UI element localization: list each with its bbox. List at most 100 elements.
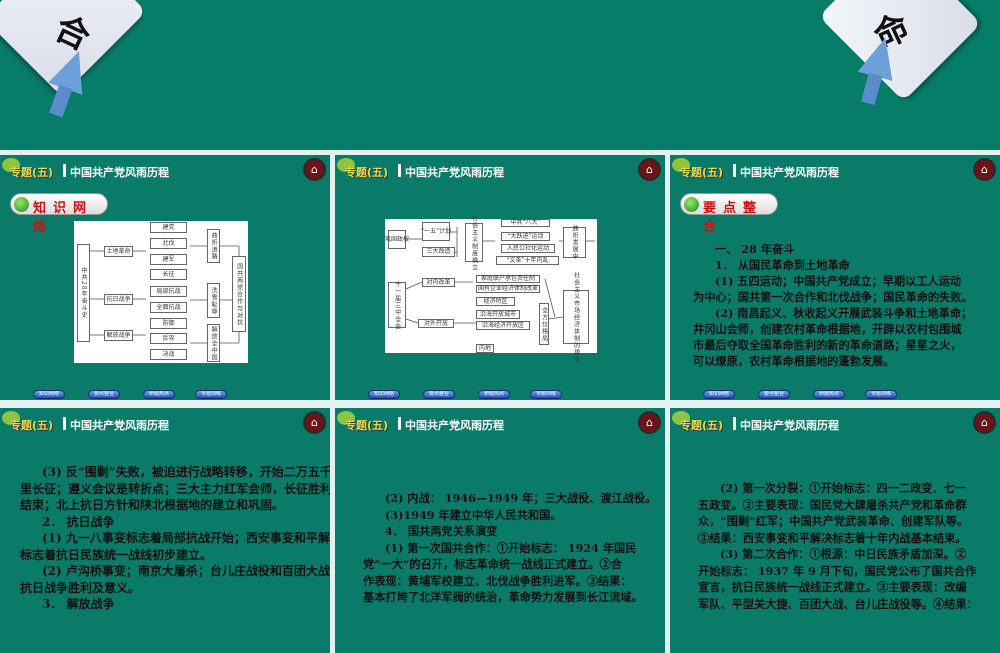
text-line: 作表现：黄埔军校建立、北伐战争胜利进军。③结果： bbox=[363, 573, 632, 588]
text-line: 1． 从国民革命到土地革命 bbox=[715, 258, 850, 272]
slide-2[interactable]: 专题(五) 中国共产党风雨历程 ⌂ 巩固政权 “一五”计划 三大改造 社会主义制度确立 中共“… bbox=[335, 155, 665, 400]
text-line: 可以燎原，农村革命根据地的蓬勃发展。 bbox=[693, 354, 895, 368]
home-button[interactable]: ⌂ bbox=[973, 158, 996, 181]
home-icon: ⌂ bbox=[311, 163, 318, 176]
diagram-node: 解放全中国 bbox=[207, 324, 220, 362]
title-divider bbox=[63, 164, 66, 177]
text-line: (3) 第二次合作：①根源：中日民族矛盾加深。② bbox=[720, 547, 967, 561]
text-line: 开始标志： 1937 年 9 月下旬，国民党公布了国共合作 bbox=[698, 563, 977, 578]
nav-button-3[interactable]: 命题热点 bbox=[478, 390, 510, 399]
slide-6[interactable]: 专题(五) 中国共产党风雨历程 ⌂ (2) 第一次分裂：①开始标志：四一二政变、七一五… bbox=[670, 408, 1000, 653]
diagram-node: 全方位格局 bbox=[539, 303, 549, 345]
home-icon: ⌂ bbox=[311, 416, 318, 429]
diagram-node: 国共两党合作与对抗 bbox=[232, 256, 246, 332]
nav-button-3[interactable]: 命题热点 bbox=[143, 390, 175, 399]
slide-title: 中国共产党风雨历程 bbox=[405, 166, 504, 179]
topic-label: 专题(五) bbox=[10, 419, 54, 432]
home-button[interactable]: ⌂ bbox=[303, 411, 326, 434]
slide-5[interactable]: 专题(五) 中国共产党风雨历程 ⌂ (2) 内战： 1946—1949 年；三大战役、… bbox=[335, 408, 665, 653]
slide-1[interactable]: 专题(五) 中国共产党风雨历程 ⌂ 知识网络 中共28年奋斗史 土地革命 抗日战争 解放战争建… bbox=[0, 155, 330, 400]
diagram-node: 内地 bbox=[476, 344, 494, 353]
diagram-node: “文革”十年内乱 bbox=[496, 256, 559, 265]
text-line: ③结果：西安事变和平解决标志着十年内战基本结束。 bbox=[698, 530, 967, 545]
green-dot-icon bbox=[684, 197, 699, 212]
diagram-node: “大跃进”运动 bbox=[501, 232, 550, 241]
text-line: (2) 卢沟桥事变；南京大屠杀；台儿庄战役和百团大战； bbox=[42, 564, 330, 578]
home-button[interactable]: ⌂ bbox=[638, 158, 661, 181]
slide-body-text: (3) 反“围剿”失败，被迫进行战略转移，开始二万五千里长征；遵义会议是转折点；… bbox=[20, 464, 330, 613]
green-dot-icon bbox=[14, 197, 29, 212]
nav-button-2[interactable]: 要点整合 bbox=[423, 390, 455, 399]
home-button[interactable]: ⌂ bbox=[973, 411, 996, 434]
title-divider bbox=[398, 164, 401, 177]
nav-button-3[interactable]: 命题热点 bbox=[813, 390, 845, 399]
topic-label: 专题(五) bbox=[680, 166, 724, 179]
diagram-node: 对外开放 bbox=[418, 319, 454, 328]
home-icon: ⌂ bbox=[646, 416, 653, 429]
diagram-node: 北伐 bbox=[150, 238, 187, 249]
connector-line bbox=[405, 281, 423, 290]
diagram-node: 建党 bbox=[150, 222, 187, 233]
section-label: 要点整合 bbox=[680, 193, 778, 235]
slide-body-text: 一、 28 年奋斗 1． 从国民革命到土地革命 (1) 五四运动；中国共产党成立；早… bbox=[693, 241, 973, 369]
connector-line bbox=[548, 316, 564, 320]
diagram-node: 沿海经济开放区 bbox=[476, 321, 530, 330]
nav-button-4[interactable]: 专题训练 bbox=[530, 390, 562, 399]
text-line: (3)1949 年建立中华人民共和国。 bbox=[385, 507, 562, 522]
text-line: 众，“围剿”红军；中国共产党武装革命、创建军队等。 bbox=[698, 514, 969, 528]
slide-title: 中国共产党风雨历程 bbox=[70, 419, 169, 432]
text-line: 3． 解放战争 bbox=[42, 597, 115, 611]
text-line: (2) 内战： 1946—1949 年；三大战役、渡江战役。 bbox=[385, 491, 657, 505]
topic-label: 专题(五) bbox=[10, 166, 54, 179]
title-divider bbox=[63, 417, 66, 430]
section-label-text: 要点整合 bbox=[703, 201, 764, 235]
slide-body-text: (2) 内战： 1946—1949 年；三大战役、渡江战役。 (3)1949 年建… bbox=[363, 490, 657, 606]
nav-button-2[interactable]: 要点整合 bbox=[88, 390, 120, 399]
home-icon: ⌂ bbox=[981, 163, 988, 176]
text-line: 抗日战争胜利及意义。 bbox=[20, 580, 141, 595]
home-button[interactable]: ⌂ bbox=[638, 411, 661, 434]
diagram-node: 十一届三中全会 bbox=[388, 281, 406, 330]
text-line: (3) 反“围剿”失败，被迫进行战略转移，开始二万五千 bbox=[42, 465, 330, 479]
diagram-node: 解放战争 bbox=[104, 330, 133, 341]
diagram-node: “一五”计划 bbox=[421, 222, 451, 241]
diagram-node: 洗雪耻辱 bbox=[207, 283, 220, 318]
text-line: (1) 第一次国共合作：①开始标志： 1924 年国民 bbox=[385, 540, 637, 555]
connector-line bbox=[405, 318, 419, 324]
banner: 合 命 bbox=[0, 0, 1000, 150]
diagram-node: 国有企业经济体制改革 bbox=[476, 285, 540, 293]
topic-label: 专题(五) bbox=[680, 419, 724, 432]
nav-button-4[interactable]: 专题训练 bbox=[865, 390, 897, 399]
text-line: 市最后夺取全国革命胜利的新的革命道路；星星之火， bbox=[693, 338, 962, 352]
text-line: (1) 九一八事变标志着局部抗战开始；西安事变和平解决 bbox=[42, 531, 330, 545]
nav-button-1[interactable]: 知识网络 bbox=[368, 390, 400, 399]
diagram-node: 曲折道路 bbox=[207, 229, 220, 263]
diagram-node: 三大改造 bbox=[422, 247, 455, 257]
diagram-node: 曲折发展中 bbox=[563, 225, 586, 260]
text-line: (2) 南昌起义、秋收起义开展武装斗争和土地革命； bbox=[715, 306, 973, 320]
title-divider bbox=[733, 164, 736, 177]
text-line: 军队、平型关大捷、百团大战、台儿庄战役等。④结果： bbox=[698, 596, 978, 611]
slide-3[interactable]: 专题(五) 中国共产党风雨历程 ⌂ 要点整合 一、 28 年奋斗 1． 从国民革命到土地革… bbox=[670, 155, 1000, 400]
diagram-node: 经济特区 bbox=[476, 297, 515, 306]
text-line: (1) 五四运动；中国共产党成立；早期以工人运动 bbox=[715, 274, 962, 288]
home-button[interactable]: ⌂ bbox=[303, 158, 326, 181]
text-line: 井冈山会师，创建农村革命根据地，开辟以农村包围城 bbox=[693, 322, 962, 336]
diagram-node: 中共“八大” bbox=[501, 219, 550, 227]
diagram-node: 人民公社化运动 bbox=[501, 244, 555, 253]
text-line: 里长征；遵义会议是转折点；三大主力红军会师，长征胜利 bbox=[20, 481, 330, 496]
nav-button-4[interactable]: 专题训练 bbox=[195, 390, 227, 399]
slide-title: 中国共产党风雨历程 bbox=[740, 166, 839, 179]
nav-button-1[interactable]: 知识网络 bbox=[703, 390, 735, 399]
diagram-node: 局部抗战 bbox=[150, 286, 187, 297]
diagram-node: 抗日战争 bbox=[104, 294, 133, 305]
slide-4[interactable]: 专题(五) 中国共产党风雨历程 ⌂ (3) 反“围剿”失败，被迫进行战略转移，开始二万… bbox=[0, 408, 330, 653]
text-line: 五政变。②主要表现：国民党大肆屠杀共产党和革命群 bbox=[698, 497, 967, 512]
home-icon: ⌂ bbox=[646, 163, 653, 176]
text-line: 2． 抗日战争 bbox=[42, 514, 115, 529]
nav-button-2[interactable]: 要点整合 bbox=[758, 390, 790, 399]
diagram-node: 社会主义市场经济体制的建立 bbox=[563, 272, 589, 363]
topic-label: 专题(五) bbox=[345, 166, 389, 179]
nav-button-1[interactable]: 知识网络 bbox=[33, 390, 65, 399]
diagram-node: 决战 bbox=[150, 349, 187, 360]
